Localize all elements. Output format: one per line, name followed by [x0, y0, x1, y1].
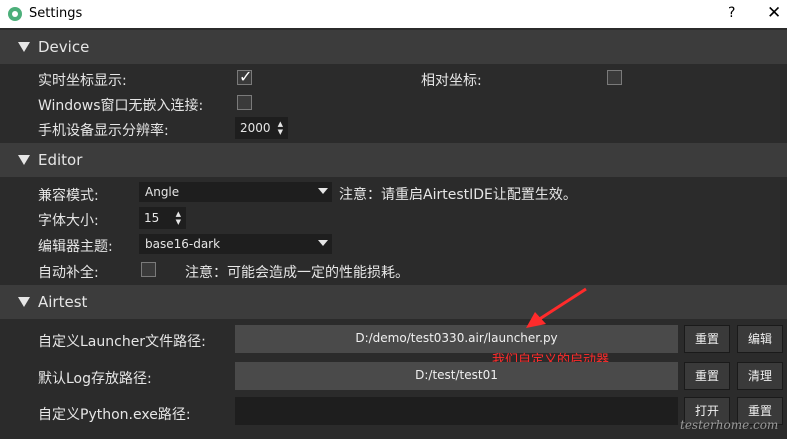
python-path-label: 自定义Python.exe路径: — [38, 407, 191, 423]
resolution-label: 手机设备显示分辨率: — [38, 123, 169, 139]
windows-embed-label: Windows窗口无嵌入连接: — [38, 98, 204, 114]
log-path-label: 默认Log存放路径: — [38, 371, 152, 387]
resolution-value: 2000 — [240, 121, 271, 135]
python-path-field[interactable] — [235, 397, 678, 425]
section-airtest-header[interactable]: Airtest — [0, 285, 787, 319]
resolution-spinbox[interactable]: 2000 ▲ ▼ — [235, 117, 288, 139]
collapse-triangle-icon — [18, 42, 30, 52]
compat-mode-value: Angle — [145, 185, 180, 199]
font-size-value: 15 — [144, 211, 160, 225]
help-button[interactable]: ? — [728, 5, 735, 21]
editor-theme-label: 编辑器主题: — [38, 239, 113, 255]
editor-theme-value: base16-dark — [145, 237, 221, 251]
gear-icon — [8, 7, 22, 21]
section-title: Editor — [38, 151, 83, 169]
spin-down-icon[interactable]: ▼ — [176, 219, 181, 226]
launcher-reset-button[interactable]: 重置 — [684, 325, 730, 353]
windows-embed-checkbox[interactable] — [237, 95, 252, 110]
relative-coords-label: 相对坐标: — [421, 73, 482, 89]
compat-mode-label: 兼容模式: — [38, 188, 99, 204]
compat-note: 注意：请重启AirtestIDE让配置生效。 — [339, 187, 577, 203]
autocomplete-note: 注意：可能会造成一定的性能损耗。 — [185, 265, 409, 281]
spin-down-icon[interactable]: ▼ — [278, 129, 283, 136]
check-icon: ✓ — [239, 67, 253, 86]
log-path-field[interactable]: D:/test/test01 — [235, 362, 678, 390]
section-editor-header[interactable]: Editor — [0, 143, 787, 177]
window-title: Settings — [29, 6, 83, 21]
collapse-triangle-icon — [18, 155, 30, 165]
font-size-label: 字体大小: — [38, 213, 99, 229]
chevron-down-icon — [318, 240, 328, 246]
log-reset-button[interactable]: 重置 — [684, 362, 730, 390]
watermark: testerhome.com — [680, 418, 779, 432]
autocomplete-checkbox[interactable] — [141, 262, 156, 277]
autocomplete-label: 自动补全: — [38, 265, 99, 281]
relative-coords-checkbox[interactable] — [607, 70, 622, 85]
title-bar: Settings ? ✕ — [0, 0, 787, 28]
launcher-path-value: D:/demo/test0330.air/launcher.py — [355, 331, 558, 345]
log-clear-button[interactable]: 清理 — [737, 362, 783, 390]
compat-mode-select[interactable]: Angle — [139, 182, 332, 202]
launcher-path-label: 自定义Launcher文件路径: — [38, 334, 206, 350]
close-button[interactable]: ✕ — [767, 3, 781, 23]
font-size-spinbox[interactable]: 15 ▲ ▼ — [139, 207, 186, 229]
realtime-coords-checkbox[interactable]: ✓ — [237, 67, 253, 86]
realtime-coords-label: 实时坐标显示: — [38, 73, 127, 89]
spin-up-icon[interactable]: ▲ — [278, 121, 283, 128]
log-path-value: D:/test/test01 — [415, 368, 498, 382]
section-title: Device — [38, 38, 90, 56]
editor-theme-select[interactable]: base16-dark — [139, 234, 332, 254]
collapse-triangle-icon — [18, 297, 30, 307]
chevron-down-icon — [318, 188, 328, 194]
section-device-header[interactable]: Device — [0, 30, 787, 64]
launcher-path-field[interactable]: D:/demo/test0330.air/launcher.py — [235, 325, 678, 353]
annotation-arrow-icon — [526, 287, 587, 328]
section-title: Airtest — [38, 293, 88, 311]
launcher-edit-button[interactable]: 编辑 — [737, 325, 783, 353]
spin-up-icon[interactable]: ▲ — [176, 211, 181, 218]
